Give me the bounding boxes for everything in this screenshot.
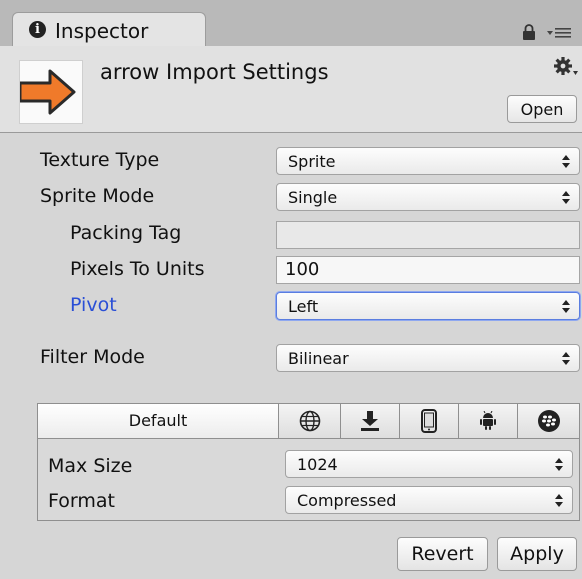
pivot-label: Pivot [70,294,117,316]
select-arrows-icon [562,352,570,365]
pivot-select[interactable]: Left [276,292,580,320]
sprite-mode-value: Single [288,188,338,207]
gear-icon[interactable] [553,56,579,78]
download-icon [361,411,379,431]
tab-standalone[interactable] [279,404,341,438]
lock-icon[interactable] [522,24,536,40]
texture-type-label: Texture Type [40,149,160,171]
pixels-to-units-label: Pixels To Units [70,258,205,280]
info-icon: i [29,21,46,38]
apply-button[interactable]: Apply [497,537,577,571]
arrow-icon [18,69,76,115]
sprite-mode-select[interactable]: Single [276,183,580,211]
packing-tag-input[interactable] [276,221,580,249]
texture-thumbnail [18,60,83,124]
open-button[interactable]: Open [507,95,577,123]
page-title: arrow Import Settings [100,60,329,84]
filter-mode-label: Filter Mode [40,346,145,368]
texture-type-select[interactable]: Sprite [276,147,580,175]
tab-android[interactable] [459,404,518,438]
platform-tabs: Default [38,404,579,439]
pixels-to-units-value: 100 [285,259,320,280]
max-size-value: 1024 [297,455,338,474]
tab-inspector[interactable]: i Inspector [12,12,206,46]
max-size-label: Max Size [48,455,133,477]
revert-button[interactable]: Revert [397,537,488,571]
tab-bar: i Inspector [0,0,582,47]
import-settings-header: arrow Import Settings Open [0,46,582,133]
phone-icon [421,409,437,433]
blackberry-icon [537,410,560,432]
tab-ios[interactable] [400,404,459,438]
globe-icon [299,410,320,432]
platform-settings: Default Max Size 1024 Format Compressed [37,403,580,521]
format-select[interactable]: Compressed [285,486,573,514]
pivot-value: Left [288,297,319,316]
pixels-to-units-input[interactable]: 100 [276,256,580,284]
sprite-mode-label: Sprite Mode [40,185,155,207]
tab-blackberry[interactable] [518,404,579,438]
filter-mode-select[interactable]: Bilinear [276,344,580,372]
tab-inspector-label: Inspector [55,19,149,43]
android-icon [480,411,496,430]
filter-mode-value: Bilinear [288,349,349,368]
format-label: Format [48,490,115,512]
select-arrows-icon [555,494,563,507]
select-arrows-icon [562,191,570,204]
select-arrows-icon [562,155,570,168]
max-size-select[interactable]: 1024 [285,450,573,478]
packing-tag-label: Packing Tag [70,222,182,244]
tab-web[interactable] [341,404,400,438]
select-arrows-icon [562,300,570,313]
format-value: Compressed [297,491,397,510]
menu-icon[interactable] [546,24,572,40]
texture-type-value: Sprite [288,152,336,171]
tab-default[interactable]: Default [38,404,279,438]
select-arrows-icon [555,458,563,471]
